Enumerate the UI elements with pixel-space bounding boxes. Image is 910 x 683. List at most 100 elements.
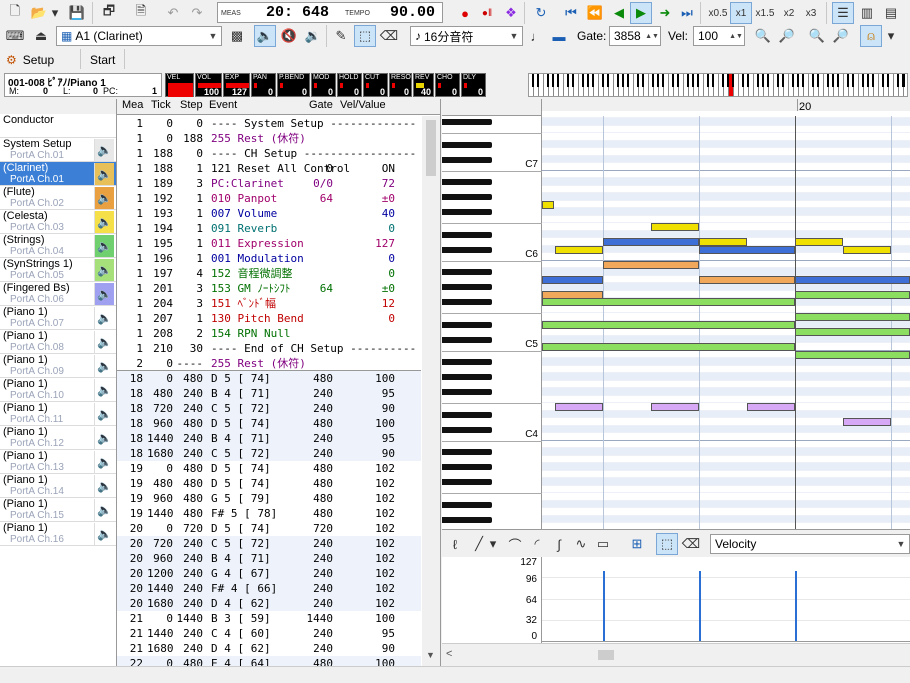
speed-2-button[interactable]: x2 — [778, 2, 800, 24]
speaker-icon[interactable]: 🔈 — [94, 523, 114, 545]
note-block[interactable] — [555, 245, 603, 254]
record-mode-icon[interactable]: ❖ — [500, 2, 522, 24]
velocity-graph[interactable] — [542, 557, 910, 643]
note-block[interactable] — [555, 403, 603, 411]
speed-0-5-button[interactable]: x0.5 — [706, 2, 730, 24]
chevron-down-icon[interactable]: ▼ — [426, 650, 435, 660]
event-list-scrollbar[interactable]: ▼ — [422, 116, 440, 666]
speaker-icon[interactable]: 🔈 — [94, 211, 114, 233]
event-row[interactable]: 20 0 720 D 5 [ 74] 720 102 — [117, 521, 421, 536]
speaker-icon[interactable]: 🔈 — [94, 331, 114, 353]
triplet-icon[interactable]: ▬ — [548, 25, 570, 47]
event-row[interactable]: 21 1680 240 D 4 [ 62] 240 90 — [117, 641, 421, 656]
event-row[interactable]: 1 192 1 010 Panpot 64 ±0 — [117, 191, 421, 206]
event-row[interactable]: 1 193 1 007 Volume 40 — [117, 206, 421, 221]
speaker-icon[interactable]: 🔈 — [94, 427, 114, 449]
play-icon[interactable]: ▶ — [630, 2, 652, 24]
speed-1-button[interactable]: x1 — [730, 2, 752, 24]
speaker-icon[interactable]: 🔈 — [94, 235, 114, 257]
properties-icon[interactable]: 🗗 — [98, 2, 120, 24]
track-row[interactable]: (Piano 1) PortA Ch.16 🔈 — [0, 522, 116, 546]
note-block[interactable] — [843, 245, 891, 254]
note-block[interactable] — [542, 200, 554, 209]
track-row[interactable]: (Piano 1) PortA Ch.13 🔈 — [0, 450, 116, 474]
go-end-icon[interactable]: ⏭ — [676, 2, 698, 24]
speaker-solo-icon[interactable]: 🔉 — [302, 25, 324, 47]
speaker-icon[interactable]: 🔈 — [94, 403, 114, 425]
note-block[interactable] — [542, 320, 795, 329]
speaker-icon[interactable]: 🔈 — [94, 475, 114, 497]
speaker-icon[interactable]: 🔈 — [254, 25, 276, 47]
note-block[interactable] — [699, 275, 795, 284]
chart-view-icon[interactable]: ▤ — [880, 2, 902, 24]
track-row[interactable]: (Piano 1) PortA Ch.09 🔈 — [0, 354, 116, 378]
zoom-out-icon[interactable]: 🔎 — [776, 25, 798, 47]
speaker-icon[interactable]: 🔈 — [94, 379, 114, 401]
zoom-in-vertical-icon[interactable]: 🔍 — [806, 25, 828, 47]
track-row[interactable]: (Flute) PortA Ch.02 🔈 — [0, 186, 116, 210]
track-row[interactable]: (Piano 1) PortA Ch.10 🔈 — [0, 378, 116, 402]
note-type-icon[interactable]: ♩ — [526, 25, 548, 47]
event-row[interactable]: 1 189 3 PC:Clarinet 0/0 72 — [117, 176, 421, 191]
event-row[interactable]: 18 0 480 D 5 [ 74] 480 100 — [117, 371, 421, 386]
speaker-icon[interactable]: 🔈 — [94, 499, 114, 521]
event-row[interactable]: 21 1440 240 C 4 [ 60] 240 95 — [117, 626, 421, 641]
event-row[interactable]: 20 960 240 B 4 [ 71] 240 102 — [117, 551, 421, 566]
velocity-bar[interactable] — [699, 571, 701, 641]
select-rect-icon[interactable]: ⬚ — [656, 533, 678, 555]
chevron-down-icon[interactable]: ▾ — [884, 25, 898, 47]
start-button[interactable]: Start — [90, 51, 115, 69]
event-row[interactable]: 1 188 0 ---- CH Setup ----------------- — [117, 146, 421, 161]
controller-select[interactable]: Velocity ▼ — [710, 534, 910, 554]
rewind-icon[interactable]: ⏪ — [584, 2, 606, 24]
col-gate[interactable]: Gate — [309, 99, 333, 111]
track-row[interactable]: System Setup PortA Ch.01 🔈 — [0, 138, 116, 162]
note-block[interactable] — [843, 418, 891, 426]
event-row[interactable]: 20 720 240 C 5 [ 72] 240 102 — [117, 536, 421, 551]
event-row[interactable]: 18 480 240 B 4 [ 71] 240 95 — [117, 386, 421, 401]
event-row[interactable]: 1 195 1 011 Expression 127 — [117, 236, 421, 251]
event-row[interactable]: 20 1440 240 F# 4 [ 66] 240 102 — [117, 581, 421, 596]
track-row[interactable]: Conductor — [0, 114, 116, 138]
event-row[interactable]: 18 960 480 D 5 [ 74] 480 100 — [117, 416, 421, 431]
event-row[interactable]: 18 1440 240 B 4 [ 71] 240 95 — [117, 431, 421, 446]
list-view-icon[interactable]: ☰ — [832, 2, 854, 24]
curve-icon[interactable]: ⌒ — [504, 533, 526, 555]
speaker-icon[interactable]: 🔈 — [94, 283, 114, 305]
wave-icon[interactable]: ∿ — [570, 533, 592, 555]
piano-keyboard[interactable]: C7 C6 C5 C4 — [442, 116, 542, 529]
freehand-icon[interactable]: ℓ — [444, 533, 466, 555]
chevron-left-icon[interactable]: < — [446, 648, 452, 660]
col-step[interactable]: Step — [180, 99, 203, 111]
speaker-icon[interactable]: 🔈 — [94, 355, 114, 377]
note-block[interactable] — [542, 343, 795, 351]
redo-icon[interactable]: ↷ — [186, 2, 208, 24]
event-row[interactable]: 20 1200 240 G 4 [ 67] 240 102 — [117, 566, 421, 581]
mixer-view-icon[interactable]: ▥ — [856, 2, 878, 24]
eraser-icon[interactable]: ⌫ — [378, 25, 400, 47]
speaker-mute-icon[interactable]: 🔇 — [278, 25, 300, 47]
eject-icon[interactable]: ⏏ — [30, 25, 52, 47]
note-block[interactable] — [651, 223, 699, 231]
track-row[interactable]: (Strings) PortA Ch.04 🔈 — [0, 234, 116, 258]
event-row[interactable]: 1 197 4 152 音程微調整 0 — [117, 266, 421, 281]
mini-keyboard[interactable] — [528, 73, 908, 97]
note-block[interactable] — [603, 238, 699, 246]
speaker-icon[interactable]: 🔈 — [94, 451, 114, 473]
track-select[interactable]: ▦ A1 (Clarinet) ▼ — [56, 26, 222, 46]
bell-icon[interactable]: ⍝ — [860, 25, 882, 47]
note-block[interactable] — [795, 238, 843, 246]
track-row[interactable]: (Piano 1) PortA Ch.08 🔈 — [0, 330, 116, 354]
track-row[interactable]: (SynStrings 1) PortA Ch.05 🔈 — [0, 258, 116, 282]
arc-icon[interactable]: ◜ — [526, 533, 548, 555]
save-icon[interactable]: 💾 — [66, 2, 88, 24]
note-block[interactable] — [699, 245, 795, 254]
event-row[interactable]: 19 480 480 D 5 [ 74] 480 102 — [117, 476, 421, 491]
col-vel-value[interactable]: Vel/Value — [340, 99, 386, 111]
speaker-icon[interactable]: 🔈 — [94, 139, 114, 161]
col-tick[interactable]: Tick — [151, 99, 171, 111]
s-curve-icon[interactable]: ∫ — [548, 533, 570, 555]
velocity-bar[interactable] — [603, 571, 605, 641]
record-pause-icon[interactable]: ●‖ — [476, 2, 498, 24]
select-rect-icon[interactable]: ⬚ — [354, 25, 376, 47]
